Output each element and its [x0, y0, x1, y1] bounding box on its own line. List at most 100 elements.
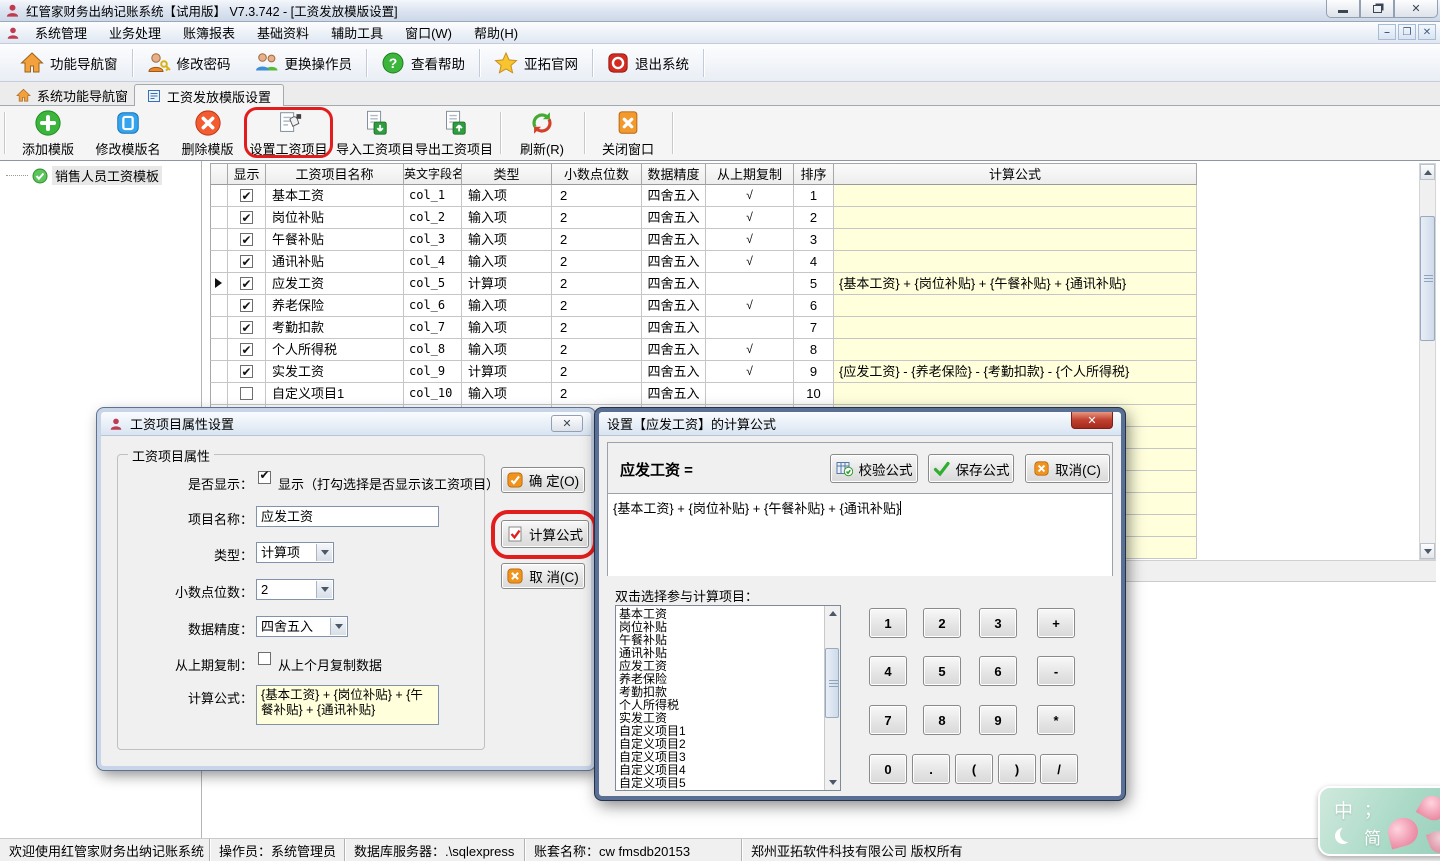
delete-template-button[interactable]: 删除模版 — [168, 109, 247, 158]
mdi-minimize-button[interactable]: – — [1378, 24, 1396, 40]
decimals-select[interactable]: 2 — [256, 579, 334, 600]
show-checkbox[interactable] — [240, 277, 253, 290]
menu-help[interactable]: 帮助(H) — [463, 22, 529, 43]
exit-system-button[interactable]: 退出系统 — [595, 47, 701, 79]
display-checkbox[interactable] — [258, 471, 271, 484]
refresh-button[interactable]: 刷新(R) — [504, 109, 580, 158]
type-select[interactable]: 计算项 — [256, 542, 334, 563]
table-row[interactable]: 通讯补贴col_4 输入项2 四舍五入√ 4 — [210, 251, 1197, 273]
key-3[interactable]: 3 — [979, 608, 1017, 638]
menu-reports[interactable]: 账簿报表 — [172, 22, 246, 43]
show-checkbox[interactable] — [240, 189, 253, 202]
import-salary-items-button[interactable]: 导入工资项目 — [334, 109, 416, 158]
mdi-close-button[interactable]: ✕ — [1418, 24, 1436, 40]
item-name-input[interactable]: 应发工资 — [256, 506, 439, 527]
tab-nav-window[interactable]: 系统功能导航窗 — [4, 84, 140, 106]
nav-window-button[interactable]: 功能导航窗 — [8, 47, 130, 79]
grid-vertical-scrollbar[interactable] — [1419, 163, 1436, 560]
ime-lang-indicator[interactable]: 中 — [1334, 796, 1353, 823]
ok-button[interactable]: 确 定(O) — [501, 467, 585, 493]
ime-punct-indicator[interactable]: ； — [1364, 796, 1381, 821]
tree-item-template[interactable]: 销售人员工资模板 — [0, 161, 201, 185]
cancel-button[interactable]: 取 消(C) — [501, 563, 585, 589]
change-password-button[interactable]: 修改密码 — [135, 47, 243, 79]
col-header-order[interactable]: 排序 — [794, 163, 834, 185]
key-5[interactable]: 5 — [923, 656, 961, 686]
change-operator-button[interactable]: 更换操作员 — [243, 47, 365, 79]
restore-button[interactable] — [1360, 0, 1394, 18]
minimize-button[interactable] — [1326, 0, 1360, 18]
show-checkbox[interactable] — [240, 299, 253, 312]
chevron-down-icon[interactable] — [316, 581, 332, 598]
verify-formula-button[interactable]: 校验公式 — [830, 454, 918, 483]
ime-charset-indicator[interactable]: 简 — [1364, 824, 1381, 849]
col-header-name[interactable]: 工资项目名称 — [266, 163, 404, 185]
close-window-button[interactable]: 关闭窗口 — [588, 109, 668, 158]
col-header-copy[interactable]: 从上期复制 — [706, 163, 794, 185]
cancel-formula-button[interactable]: 取消(C) — [1025, 454, 1110, 483]
table-row-selected[interactable]: 应发工资col_5 计算项2 四舍五入 5{基本工资} + {岗位补贴} + {… — [210, 273, 1197, 295]
view-help-button[interactable]: ? 查看帮助 — [369, 47, 477, 79]
calc-items-listbox[interactable]: 基本工资 岗位补贴 午餐补贴 通讯补贴 应发工资 养老保险 考勤扣款 个人所得税… — [615, 605, 841, 791]
close-button[interactable]: ✕ — [1394, 0, 1438, 18]
key-multiply[interactable]: * — [1037, 705, 1075, 735]
tab-salary-template-settings[interactable]: 工资发放模版设置 — [134, 84, 284, 107]
table-row[interactable]: 午餐补贴col_3 输入项2 四舍五入√ 3 — [210, 229, 1197, 251]
scroll-down-button[interactable] — [1420, 543, 1435, 559]
key-8[interactable]: 8 — [923, 705, 961, 735]
key-dot[interactable]: . — [912, 754, 950, 784]
ime-panel[interactable]: 中 ； 简 — [1318, 786, 1440, 856]
dialog1-close-button[interactable]: ✕ — [551, 415, 583, 432]
list-item[interactable]: 自定义项目6 — [619, 790, 840, 791]
menu-basedata[interactable]: 基础资料 — [246, 22, 320, 43]
key-1[interactable]: 1 — [869, 608, 907, 638]
table-row[interactable]: 个人所得税col_8 输入项2 四舍五入√ 8 — [210, 339, 1197, 361]
export-salary-items-button[interactable]: 导出工资项目 — [412, 109, 496, 158]
chevron-down-icon[interactable] — [316, 544, 332, 561]
show-checkbox[interactable] — [240, 211, 253, 224]
col-header-precision[interactable]: 数据精度 — [642, 163, 706, 185]
dialog2-title-bar[interactable]: 设置【应发工资】的计算公式 — [599, 412, 1121, 436]
chevron-down-icon[interactable] — [330, 618, 346, 635]
col-header-decimals[interactable]: 小数点位数 — [552, 163, 642, 185]
show-checkbox[interactable] — [240, 343, 253, 356]
copy-checkbox[interactable] — [258, 652, 271, 665]
key-9[interactable]: 9 — [979, 705, 1017, 735]
show-checkbox[interactable] — [240, 365, 253, 378]
table-row[interactable]: 考勤扣款col_7 输入项2 四舍五入 7 — [210, 317, 1197, 339]
menu-tools[interactable]: 辅助工具 — [320, 22, 394, 43]
show-checkbox[interactable] — [240, 255, 253, 268]
table-row[interactable]: 岗位补贴col_2 输入项2 四舍五入√ 2 — [210, 207, 1197, 229]
show-checkbox[interactable] — [240, 387, 253, 400]
table-row[interactable]: 自定义项目1col_10 输入项2 四舍五入 10 — [210, 383, 1197, 405]
table-row[interactable]: 基本工资col_1 输入项2 四舍五入√ 1 — [210, 185, 1197, 207]
formula-textarea[interactable]: {基本工资} + {岗位补贴} + {午餐补贴} + {通讯补贴} — [256, 685, 439, 725]
scrollbar-thumb[interactable] — [825, 648, 839, 718]
key-plus[interactable]: + — [1037, 608, 1075, 638]
dialog2-close-button[interactable]: ✕ — [1071, 412, 1113, 429]
col-header-field[interactable]: 英文字段名 — [404, 163, 462, 185]
table-row[interactable]: 养老保险col_6 输入项2 四舍五入√ 6 — [210, 295, 1197, 317]
key-0[interactable]: 0 — [869, 754, 907, 784]
key-7[interactable]: 7 — [869, 705, 907, 735]
key-2[interactable]: 2 — [923, 608, 961, 638]
key-4[interactable]: 4 — [869, 656, 907, 686]
menu-system[interactable]: 系统管理 — [24, 22, 98, 43]
key-open-paren[interactable]: ( — [955, 754, 993, 784]
add-template-button[interactable]: 添加模版 — [8, 109, 88, 158]
key-6[interactable]: 6 — [979, 656, 1017, 686]
scroll-down-button[interactable] — [825, 775, 840, 790]
dialog1-title-bar[interactable]: 工资项目属性设置 — [101, 412, 591, 436]
save-formula-button[interactable]: 保存公式 — [928, 454, 1014, 483]
precision-select[interactable]: 四舍五入 — [256, 616, 348, 637]
key-divide[interactable]: / — [1040, 754, 1078, 784]
col-header-type[interactable]: 类型 — [462, 163, 552, 185]
col-header-show[interactable]: 显示 — [228, 163, 266, 185]
show-checkbox[interactable] — [240, 321, 253, 334]
table-row[interactable]: 实发工资col_9 计算项2 四舍五入√ 9{应发工资} - {养老保险} - … — [210, 361, 1197, 383]
key-close-paren[interactable]: ) — [998, 754, 1036, 784]
key-minus[interactable]: - — [1037, 656, 1075, 686]
menu-business[interactable]: 业务处理 — [98, 22, 172, 43]
scrollbar-thumb[interactable] — [1420, 216, 1435, 341]
mdi-restore-button[interactable]: ❐ — [1398, 24, 1416, 40]
